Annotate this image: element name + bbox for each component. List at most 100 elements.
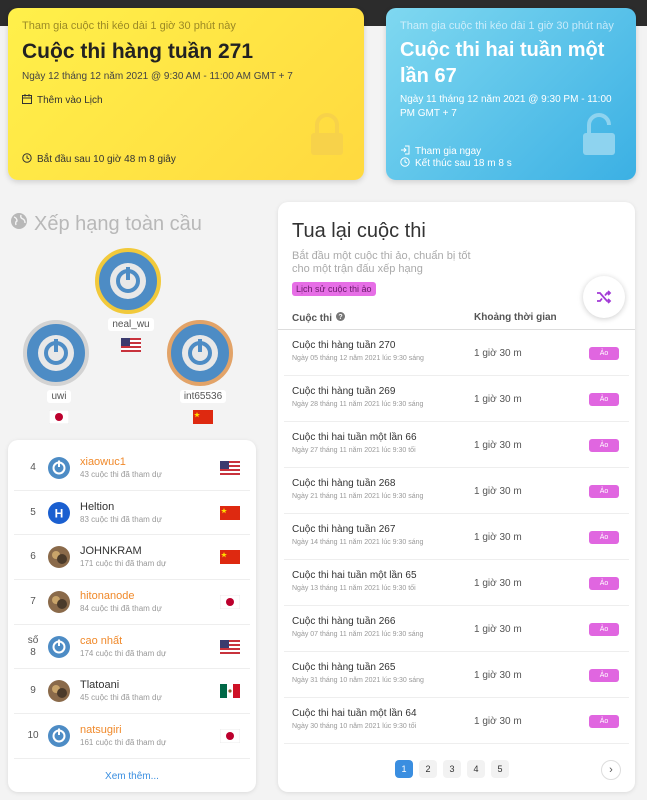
user-name[interactable]: hitonanode xyxy=(80,590,220,603)
question-icon[interactable]: ? xyxy=(336,312,345,324)
virtual-button[interactable]: Ảo xyxy=(589,623,619,636)
see-more-link[interactable]: Xem thêm... xyxy=(8,771,256,782)
svg-text:H: H xyxy=(55,506,64,520)
weekly-countdown: Bắt đầu sau 10 giờ 48 m 8 giây xyxy=(22,153,176,166)
virtual-button[interactable]: Ảo xyxy=(589,577,619,590)
avatar[interactable]: H xyxy=(48,501,70,524)
avatar[interactable] xyxy=(48,680,70,703)
list-item[interactable]: 10 natsugiri 161 cuộc thi đã tham dự xyxy=(14,714,250,759)
contest-duration: 1 giờ 30 m xyxy=(474,624,522,635)
virtual-button[interactable]: Ảo xyxy=(589,439,619,452)
ranking-list: 4 xiaowuc1 43 cuộc thi đã tham dự 5 H Heltion… xyxy=(8,440,256,792)
avatar[interactable] xyxy=(48,635,70,658)
list-item[interactable]: 9 Tlatoani 45 cuộc thi đã tham dự xyxy=(14,669,250,715)
user-name[interactable]: xiaowuc1 xyxy=(80,456,220,469)
cn-flag-icon xyxy=(220,550,240,565)
contests-attended: 171 cuộc thi đã tham dự xyxy=(80,559,167,569)
podium-second-name[interactable]: uwi xyxy=(47,390,71,403)
contest-name[interactable]: Cuộc thi hàng tuần 265 xyxy=(292,662,395,673)
table-row[interactable]: Cuộc thi hàng tuần 267 Ngày 14 tháng 11 n… xyxy=(284,514,629,560)
contest-date: Ngày 28 tháng 11 năm 2021 lúc 9:30 sáng xyxy=(292,401,424,408)
virtual-button[interactable]: Ảo xyxy=(589,347,619,360)
contest-name[interactable]: Cuộc thi hàng tuần 268 xyxy=(292,478,395,489)
table-row[interactable]: Cuộc thi hai tuần một lần 66 Ngày 27 thán… xyxy=(284,422,629,468)
virtual-button[interactable]: Ảo xyxy=(589,485,619,498)
contest-name[interactable]: Cuộc thi hàng tuần 269 xyxy=(292,386,395,397)
page-button[interactable]: 1 xyxy=(395,760,413,778)
contest-date: Ngày 27 tháng 11 năm 2021 lúc 9:30 tối xyxy=(292,447,416,454)
next-page-button[interactable]: › xyxy=(601,760,621,780)
lock-icon xyxy=(308,113,346,162)
contest-name[interactable]: Cuộc thi hàng tuần 266 xyxy=(292,616,395,627)
table-row[interactable]: Cuộc thi hàng tuần 265 Ngày 31 tháng 10 n… xyxy=(284,652,629,698)
weekly-contest-card[interactable]: Tham gia cuộc thi kéo dài 1 giờ 30 phút … xyxy=(8,8,364,180)
list-item[interactable]: 4 xiaowuc1 43 cuộc thi đã tham dự xyxy=(14,446,250,491)
table-row[interactable]: Cuộc thi hai tuần một lần 65 Ngày 13 thán… xyxy=(284,560,629,606)
avatar[interactable] xyxy=(95,248,161,314)
avatar[interactable] xyxy=(48,724,70,747)
rank-number: 9 xyxy=(30,685,36,697)
power-icon xyxy=(182,335,218,371)
list-item[interactable]: số 8 cao nhất 174 cuộc thi đã tham dự xyxy=(14,625,250,670)
weekly-contest-title[interactable]: Cuộc thi hàng tuần 271 xyxy=(22,40,350,64)
contest-replay-panel: Tua lại cuộc thi Bắt đầu một cuộc thi ảo… xyxy=(278,202,635,792)
contest-name[interactable]: Cuộc thi hai tuần một lần 65 xyxy=(292,570,417,581)
avatar[interactable] xyxy=(48,590,70,613)
mx-flag-icon xyxy=(220,684,240,699)
contest-duration: 1 giờ 30 m xyxy=(474,440,522,451)
virtual-button[interactable]: Ảo xyxy=(589,715,619,728)
user-name[interactable]: Tlatoani xyxy=(80,679,220,692)
user-name[interactable]: cao nhất xyxy=(80,635,220,648)
weekly-contest-date: Ngày 12 tháng 12 năm 2021 @ 9:30 AM - 11… xyxy=(22,71,293,82)
avatar[interactable] xyxy=(48,456,70,479)
contest-name[interactable]: Cuộc thi hàng tuần 267 xyxy=(292,524,395,535)
user-name[interactable]: natsugiri xyxy=(80,724,220,737)
duration-column-header: Khoảng thời gian xyxy=(474,312,557,323)
page-button[interactable]: 4 xyxy=(467,760,485,778)
rank-number: 7 xyxy=(30,595,36,607)
contest-name[interactable]: Cuộc thi hai tuần một lần 66 xyxy=(292,432,417,443)
us-flag-icon xyxy=(220,639,240,654)
contest-name[interactable]: Cuộc thi hàng tuần 270 xyxy=(292,340,395,351)
shuffle-icon xyxy=(597,290,612,304)
biweekly-duration-text: Tham gia cuộc thi kéo dài 1 giờ 30 phút … xyxy=(400,20,614,32)
virtual-button[interactable]: Ảo xyxy=(589,393,619,406)
contests-attended: 174 cuộc thi đã tham dự xyxy=(80,648,167,658)
avatar[interactable] xyxy=(23,320,89,386)
jp-flag-icon xyxy=(48,409,70,425)
table-row[interactable]: Cuộc thi hàng tuần 270 Ngày 05 tháng 12 n… xyxy=(284,330,629,376)
global-ranking-title: Xếp hạng toàn cầu xyxy=(10,212,202,236)
biweekly-contest-title[interactable]: Cuộc thi hai tuần một lần 67 xyxy=(400,37,622,89)
page-button[interactable]: 3 xyxy=(443,760,461,778)
page-button[interactable]: 2 xyxy=(419,760,437,778)
user-name[interactable]: JOHNKRAM xyxy=(80,545,220,558)
table-row[interactable]: Cuộc thi hai tuần một lần 64 Ngày 30 thán… xyxy=(284,698,629,744)
list-item[interactable]: 5 H Heltion 83 cuộc thi đã tham dự xyxy=(14,491,250,536)
podium-first[interactable]: neal_wu xyxy=(95,248,167,352)
contest-name[interactable]: Cuộc thi hai tuần một lần 64 xyxy=(292,708,417,719)
jp-flag-icon xyxy=(219,594,241,610)
list-item[interactable]: 6 JOHNKRAM 171 cuộc thi đã tham dự xyxy=(14,535,250,581)
podium-third-name[interactable]: int65536 xyxy=(179,390,227,403)
virtual-button[interactable]: Ảo xyxy=(589,531,619,544)
contest-column-header[interactable]: Cuộc thi ? xyxy=(292,312,345,324)
user-name[interactable]: Heltion xyxy=(80,501,220,514)
podium-third[interactable]: int65536 xyxy=(167,320,239,424)
list-item[interactable]: 7 hitonanode 84 cuộc thi đã tham dự xyxy=(14,580,250,625)
contest-duration: 1 giờ 30 m xyxy=(474,578,522,589)
avatar[interactable] xyxy=(167,320,233,386)
virtual-button[interactable]: Ảo xyxy=(589,669,619,682)
podium-second[interactable]: uwi xyxy=(23,320,95,425)
rank-number: 6 xyxy=(30,551,36,563)
us-flag-icon xyxy=(121,338,141,352)
contest-duration: 1 giờ 30 m xyxy=(474,348,522,359)
biweekly-contest-card[interactable]: Tham gia cuộc thi kéo dài 1 giờ 30 phút … xyxy=(386,8,636,180)
podium-first-name[interactable]: neal_wu xyxy=(108,318,154,331)
page-button[interactable]: 5 xyxy=(491,760,509,778)
avatar[interactable] xyxy=(48,546,70,569)
table-row[interactable]: Cuộc thi hàng tuần 266 Ngày 07 tháng 11 n… xyxy=(284,606,629,652)
virtual-history-button[interactable]: Lịch sử cuộc thi ảo xyxy=(292,282,376,296)
add-to-calendar-link[interactable]: Thêm vào Lịch xyxy=(22,94,350,107)
table-row[interactable]: Cuộc thi hàng tuần 269 Ngày 28 tháng 11 n… xyxy=(284,376,629,422)
table-row[interactable]: Cuộc thi hàng tuần 268 Ngày 21 tháng 11 n… xyxy=(284,468,629,514)
